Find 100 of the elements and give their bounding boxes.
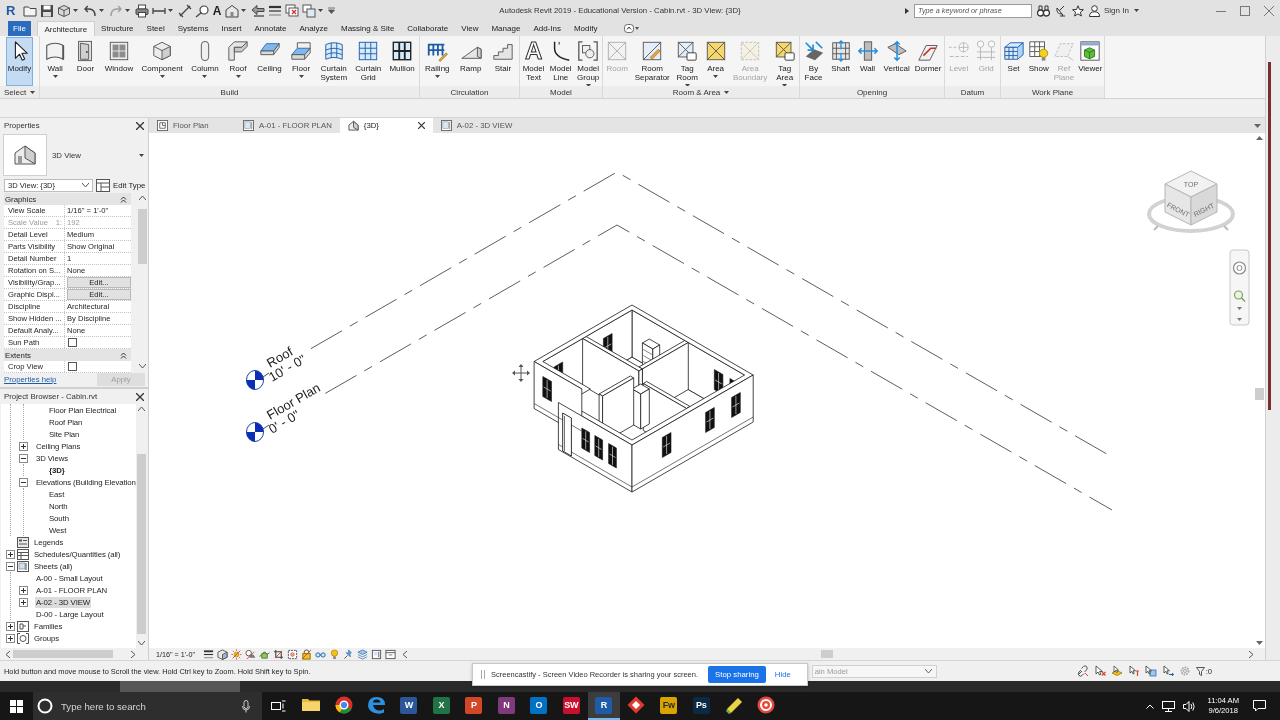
tree-toggle-icon[interactable] [18, 453, 28, 463]
tool-button[interactable]: Tag Area [771, 37, 798, 86]
level-head-icon[interactable] [246, 422, 270, 442]
text-tool-button[interactable]: A [212, 4, 222, 17]
tool-button[interactable]: Modify [5, 37, 34, 86]
tree-toggle-icon[interactable] [18, 585, 28, 595]
tool-button[interactable]: Shaft [827, 37, 854, 86]
scroll-down-icon[interactable] [138, 641, 145, 645]
lines-icon[interactable] [203, 648, 215, 660]
scroll-left-icon[interactable] [6, 650, 10, 658]
close-icon[interactable] [136, 121, 144, 130]
tool-button[interactable]: Wall [42, 37, 69, 86]
tool-button[interactable]: Curtain System [318, 37, 350, 86]
layers-icon[interactable] [357, 648, 369, 660]
caret-icon[interactable] [1237, 307, 1242, 310]
ribbon-tab[interactable]: Architecture [36, 21, 95, 36]
scroll-down-icon[interactable] [139, 364, 146, 368]
shaded-cube-icon[interactable] [217, 648, 229, 660]
tool-button[interactable]: Component [139, 37, 185, 86]
tool-button[interactable]: Column [189, 37, 221, 86]
ribbon-tab[interactable]: Structure [94, 21, 141, 36]
tool-button[interactable]: Door [72, 37, 99, 86]
panel-title[interactable]: Room & Area [603, 86, 799, 98]
ribbon-tab[interactable]: Modify [567, 21, 604, 36]
microphone-icon[interactable] [242, 699, 250, 713]
tool-button[interactable]: Roof [225, 37, 251, 86]
tool-button[interactable]: Area [702, 37, 729, 86]
file-tab[interactable]: File [8, 21, 31, 36]
pin-icon[interactable] [343, 648, 355, 660]
window-icon[interactable] [385, 648, 397, 660]
scrollbar-thumb[interactable] [1254, 388, 1264, 400]
caret-icon[interactable] [168, 9, 174, 12]
tool-button[interactable]: By Face [800, 37, 827, 86]
tool-button[interactable]: Model Line [547, 37, 574, 86]
ribbon-tab[interactable]: Manage [484, 21, 527, 36]
taskbar-app-button[interactable]: O [522, 692, 555, 720]
double-chevron-icon[interactable] [120, 351, 127, 359]
taskbar-app-button[interactable]: X [425, 692, 458, 720]
tree-toggle-icon[interactable] [5, 633, 15, 643]
tool-button[interactable]: Railing [423, 37, 452, 86]
maximize-icon[interactable] [1240, 5, 1250, 16]
caret-icon[interactable] [1254, 123, 1261, 128]
ribbon-tab[interactable]: Systems [171, 21, 215, 36]
filter-icon[interactable] [1195, 666, 1205, 676]
cursor-pin-icon[interactable] [1127, 665, 1140, 677]
scroll-up-icon[interactable] [138, 407, 145, 411]
scrollbar-thumb[interactable] [1268, 62, 1271, 410]
ribbon-tab[interactable]: Insert [214, 21, 248, 36]
expand-arrow-icon[interactable] [905, 7, 909, 14]
scroll-up-icon[interactable] [139, 196, 146, 200]
crop-region-icon[interactable] [287, 648, 299, 660]
tree-toggle-icon[interactable] [18, 441, 28, 451]
tag-icon[interactable] [195, 3, 210, 18]
windows-icon[interactable] [302, 3, 316, 18]
tool-button[interactable]: Wall [854, 37, 881, 86]
tree-toggle-icon[interactable] [18, 477, 28, 487]
close-icon[interactable] [417, 122, 425, 129]
tool-button[interactable]: Viewer [1076, 37, 1104, 86]
scrollbar-thumb[interactable] [821, 650, 833, 658]
scroll-left-icon[interactable] [403, 650, 407, 658]
ribbon-tab[interactable]: Analyze [293, 21, 335, 36]
tool-button[interactable]: Show [1026, 37, 1052, 86]
caret-icon[interactable] [99, 9, 105, 12]
customize-caret-icon[interactable] [328, 7, 335, 14]
ribbon-tab[interactable]: Add-Ins [526, 21, 568, 36]
tool-button[interactable]: Dormer [912, 37, 944, 86]
padlock-icon[interactable] [301, 648, 313, 660]
taskbar-app-button[interactable]: W [392, 692, 425, 720]
taskbar-app-button[interactable]: N [490, 692, 523, 720]
tool-button[interactable]: A Model Text [520, 37, 547, 86]
speech-bubble-icon[interactable] [1253, 700, 1266, 712]
scroll-right-icon[interactable] [131, 650, 135, 658]
taskbar-app-button[interactable]: Ps [685, 692, 718, 720]
monitor-icon[interactable] [1162, 700, 1176, 712]
level-head-icon[interactable] [246, 370, 270, 390]
undo-icon[interactable] [83, 3, 98, 18]
side-scrollbar[interactable] [1265, 36, 1280, 660]
scroll-up-icon[interactable] [1255, 136, 1263, 140]
taskbar-app-button[interactable]: Fw [652, 692, 685, 720]
steering-wheel-icon[interactable] [1232, 261, 1247, 275]
taskbar-app-button[interactable]: P [457, 692, 490, 720]
section-icon[interactable] [251, 3, 265, 18]
tool-button[interactable]: Ramp [457, 37, 484, 86]
ribbon-tab[interactable]: Collaborate [400, 21, 455, 36]
folder-icon[interactable] [23, 3, 38, 18]
tree-toggle-icon[interactable] [5, 549, 15, 559]
grip-icon[interactable] [481, 670, 485, 679]
tool-button[interactable]: Set [1001, 37, 1027, 86]
tree-toggle-icon[interactable] [18, 597, 28, 607]
caret-icon[interactable] [318, 9, 323, 12]
cube-icon[interactable] [57, 3, 72, 18]
cursor-drag-icon[interactable] [1161, 665, 1174, 677]
scrollbar[interactable] [1253, 133, 1265, 648]
tool-button[interactable]: Model Group [575, 37, 602, 86]
tool-button[interactable]: Stair [489, 37, 516, 86]
tool-button[interactable]: Tag Room [674, 37, 701, 86]
person-icon[interactable] [1089, 4, 1100, 17]
dimension-icon[interactable] [178, 3, 193, 18]
lightbulb-icon[interactable] [329, 648, 341, 660]
cursor-cross-icon[interactable] [1093, 665, 1106, 677]
